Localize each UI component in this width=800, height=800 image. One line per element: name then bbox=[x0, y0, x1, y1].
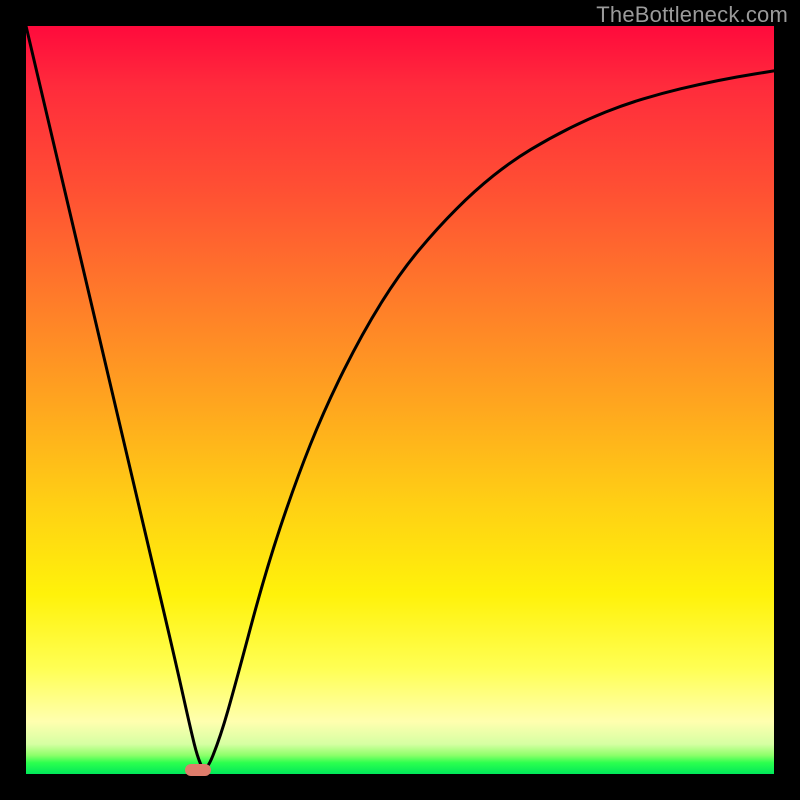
chart-frame: TheBottleneck.com bbox=[0, 0, 800, 800]
curve-path bbox=[26, 26, 774, 769]
watermark-text: TheBottleneck.com bbox=[596, 2, 788, 28]
plot-area bbox=[26, 26, 774, 774]
optimal-point-marker bbox=[185, 764, 211, 776]
bottleneck-curve bbox=[26, 26, 774, 774]
